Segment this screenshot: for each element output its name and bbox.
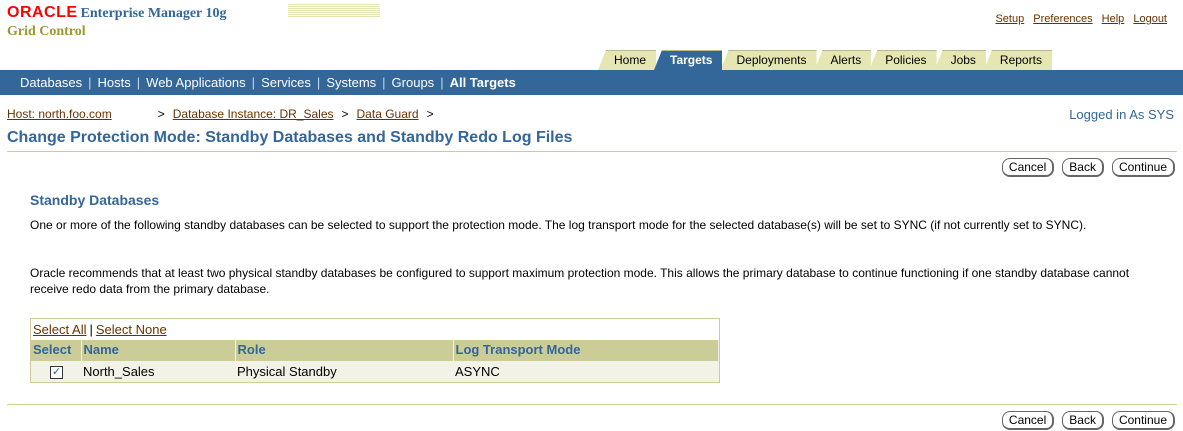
tab-reports[interactable]: Reports (983, 50, 1052, 70)
subtab-systems[interactable]: Systems (326, 75, 376, 90)
cancel-button[interactable]: Cancel (1001, 411, 1055, 430)
breadcrumb-dataguard[interactable]: Data Guard (357, 107, 419, 121)
setup-link[interactable]: Setup (995, 13, 1024, 25)
name-cell: North_Sales (81, 359, 235, 382)
continue-button[interactable]: Continue (1111, 411, 1175, 430)
global-links: Setup Preferences Help Logout (989, 13, 1167, 25)
breadcrumb: Host: north.foo.com > Database Instance: D… (7, 107, 442, 121)
logo-stripes (288, 4, 380, 18)
tab-jobs[interactable]: Jobs (934, 50, 986, 70)
select-none-link[interactable]: Select None (96, 322, 167, 337)
column-header-log-transport: Log Transport Mode (453, 340, 719, 360)
subtab-web-applications[interactable]: Web Applications (146, 75, 246, 90)
tab-policies[interactable]: Policies (869, 50, 937, 70)
breadcrumb-separator: > (157, 107, 165, 121)
subtab-groups[interactable]: Groups (392, 75, 435, 90)
subtab-hosts[interactable]: Hosts (98, 75, 131, 90)
checkbox-icon[interactable]: ✓ (50, 365, 63, 379)
page-title: Change Protection Mode: Standby Database… (7, 129, 1177, 152)
breadcrumb-host[interactable]: Host: north.foo.com (7, 107, 150, 121)
section-heading: Standby Databases (30, 192, 160, 208)
breadcrumb-separator: > (341, 107, 349, 121)
bottom-button-row: Cancel Back Continue (1001, 411, 1175, 430)
tab-home[interactable]: Home (598, 50, 657, 70)
logout-link[interactable]: Logout (1133, 13, 1167, 25)
help-link[interactable]: Help (1102, 13, 1125, 25)
mode-cell: ASYNC (453, 359, 719, 382)
table-header-row: Select Name Role Log Transport Mode (31, 340, 719, 360)
divider (7, 404, 1177, 405)
subtab-bar: Databases | Hosts | Web Applications | Service… (0, 70, 1183, 95)
continue-button[interactable]: Continue (1111, 158, 1175, 177)
subproduct-name: Grid Control (7, 24, 86, 39)
subtab-divider: | (136, 75, 141, 90)
tab-targets[interactable]: Targets (654, 50, 723, 70)
tab-alerts[interactable]: Alerts (814, 50, 872, 70)
subtab-divider: | (88, 75, 92, 90)
role-cell: Physical Standby (235, 359, 453, 382)
select-cell: ✓ (31, 359, 81, 382)
subtab-divider: | (316, 75, 321, 90)
oracle-logo: ORACLE (7, 4, 78, 21)
subtab-divider: | (382, 75, 386, 90)
product-name: Enterprise Manager 10g (80, 6, 227, 21)
app-logo: ORACLE Enterprise Manager 10g Grid Contro… (7, 4, 227, 39)
table-actions: Select All | Select None (31, 319, 719, 340)
tab-deployments[interactable]: Deployments (720, 50, 817, 70)
logged-in-status: Logged in As SYS (1069, 107, 1174, 122)
breadcrumb-instance[interactable]: Database Instance: DR_Sales (173, 107, 334, 121)
subtab-databases[interactable]: Databases (20, 75, 82, 90)
cancel-button[interactable]: Cancel (1001, 158, 1055, 177)
subtab-services[interactable]: Services (261, 75, 311, 90)
select-all-link[interactable]: Select All (33, 322, 86, 337)
back-button[interactable]: Back (1062, 411, 1104, 430)
back-button[interactable]: Back (1062, 158, 1104, 177)
top-button-row: Cancel Back Continue (1001, 158, 1175, 177)
column-header-name: Name (81, 340, 236, 360)
recommendation-paragraph: Oracle recommends that at least two phys… (30, 266, 1130, 296)
table-row: ✓ North_Sales Physical Standby ASYNC (31, 359, 719, 382)
subtab-divider: | (251, 75, 256, 90)
main-tabs: Home Targets Deployments Alerts Policies… (598, 50, 1052, 70)
breadcrumb-separator: > (426, 107, 434, 121)
description-paragraph: One or more of the following standby dat… (30, 218, 1087, 232)
standby-databases-table: Select All | Select None Select Name Role … (30, 318, 720, 383)
divider: | (89, 322, 93, 337)
subtab-divider: | (440, 75, 444, 90)
preferences-link[interactable]: Preferences (1033, 13, 1092, 25)
data-table: Select Name Role Log Transport Mode ✓ No… (31, 340, 719, 382)
column-header-role: Role (235, 340, 454, 360)
column-header-select: Select (31, 340, 82, 360)
subtab-all-targets[interactable]: All Targets (450, 75, 516, 90)
